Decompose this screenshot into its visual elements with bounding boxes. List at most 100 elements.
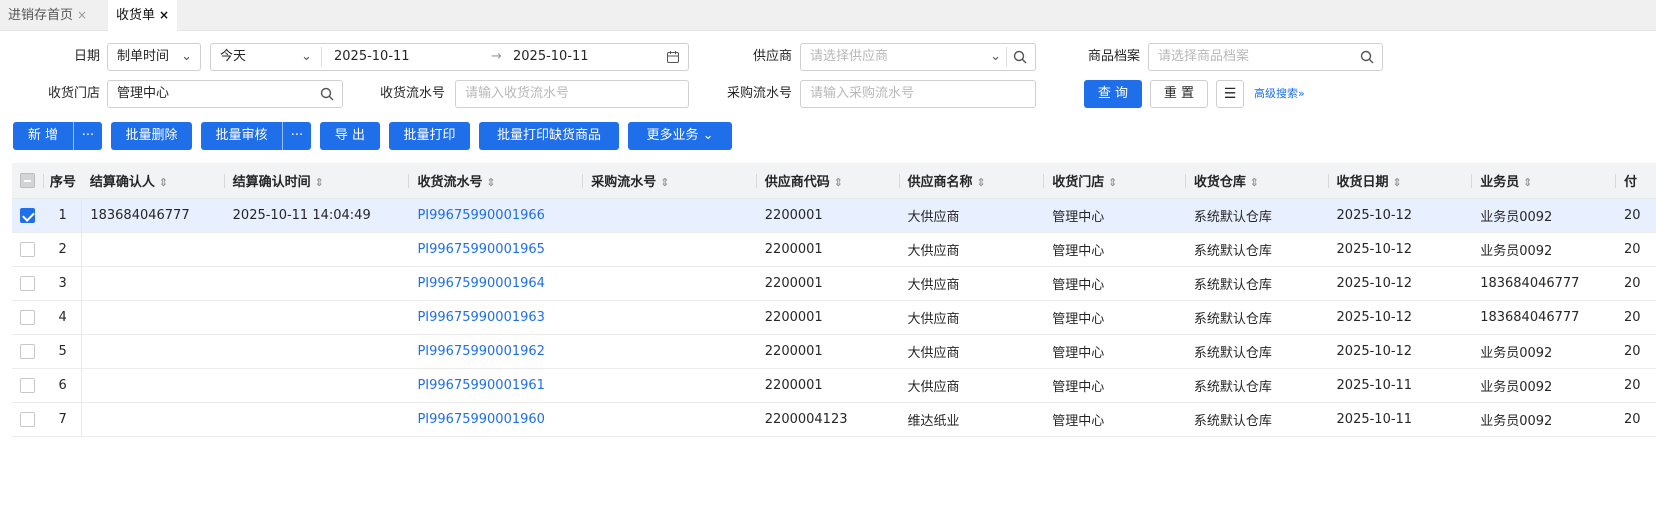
table-row[interactable]: 4 PI99675990001963 2200001 大供应商 管理中心 系统默认仓库 20… bbox=[12, 300, 1656, 335]
cell-store: 管理中心 bbox=[1044, 266, 1186, 301]
cell-receipt-no[interactable]: PI99675990001961 bbox=[409, 368, 584, 403]
arrow-right-icon: → bbox=[491, 49, 502, 64]
cell-supplier-name: 大供应商 bbox=[899, 334, 1045, 369]
date-range-picker[interactable]: 今天 ⌄ 2025-10-11 → 2025-10-11 bbox=[210, 43, 689, 71]
date-type-select[interactable]: 制单时间 ⌄ bbox=[107, 43, 201, 71]
sort-icon[interactable]: ⇕ bbox=[1246, 176, 1259, 189]
col-clerk[interactable]: 业务员 ⇕ bbox=[1472, 163, 1616, 199]
cell-receipt-no[interactable]: PI99675990001966 bbox=[409, 198, 584, 233]
sort-icon[interactable]: ⇕ bbox=[830, 176, 843, 189]
table-row[interactable]: 5 PI99675990001962 2200001 大供应商 管理中心 系统默认仓库 20… bbox=[12, 334, 1656, 369]
search-icon[interactable] bbox=[320, 81, 334, 107]
calendar-icon[interactable] bbox=[666, 44, 680, 70]
batch-print-missing-button[interactable]: 批量打印缺货商品 bbox=[479, 122, 619, 150]
add-button-group: 新 增 ··· bbox=[13, 122, 102, 150]
col-warehouse[interactable]: 收货仓库 ⇕ bbox=[1185, 163, 1329, 199]
sort-icon[interactable]: ⇕ bbox=[1104, 176, 1117, 189]
column-settings-button[interactable]: ☰ bbox=[1216, 80, 1244, 108]
sort-icon[interactable]: ⇕ bbox=[1389, 176, 1401, 189]
cell-clerk: 183684046777 bbox=[1472, 266, 1616, 301]
search-icon[interactable] bbox=[1360, 44, 1374, 70]
col-label: 供应商代码 bbox=[764, 174, 830, 190]
checkbox-icon[interactable] bbox=[20, 275, 36, 291]
cell-confirm-time bbox=[224, 300, 410, 335]
date-to-input[interactable]: 2025-10-11 bbox=[513, 44, 589, 70]
table-row[interactable]: 7 PI99675990001960 2200004123 维达纸业 管理中心 系统默认仓… bbox=[12, 402, 1656, 437]
cell-warehouse: 系统默认仓库 bbox=[1185, 368, 1329, 403]
add-button[interactable]: 新 增 bbox=[13, 122, 73, 150]
more-icon[interactable]: ··· bbox=[74, 122, 102, 150]
store-input[interactable]: 管理中心 bbox=[107, 80, 343, 108]
close-icon[interactable]: × bbox=[159, 8, 169, 22]
sort-icon[interactable]: ⇕ bbox=[973, 176, 985, 189]
col-store[interactable]: 收货门店 ⇕ bbox=[1044, 163, 1186, 199]
query-button[interactable]: 查 询 bbox=[1084, 80, 1142, 108]
checkbox-icon[interactable] bbox=[20, 411, 36, 427]
export-button[interactable]: 导 出 bbox=[320, 122, 380, 150]
col-label: 收货门店 bbox=[1052, 174, 1105, 190]
col-purchase-no[interactable]: 采购流水号 ⇕ bbox=[583, 163, 757, 199]
more-business-button[interactable]: 更多业务 ⌄ bbox=[628, 122, 732, 150]
table-row[interactable]: 2 PI99675990001965 2200001 大供应商 管理中心 系统默认仓库 20… bbox=[12, 232, 1656, 267]
row-checkbox[interactable] bbox=[12, 402, 44, 437]
tab-inventory-home[interactable]: 进销存首页 × bbox=[0, 0, 95, 31]
batch-audit-button[interactable]: 批量审核 bbox=[201, 122, 282, 150]
cell-receipt-no[interactable]: PI99675990001965 bbox=[409, 232, 584, 267]
cell-pay: 20 bbox=[1616, 300, 1656, 335]
cell-receipt-no[interactable]: PI99675990001962 bbox=[409, 334, 584, 369]
cell-receipt-no[interactable]: PI99675990001963 bbox=[409, 300, 584, 335]
search-icon[interactable] bbox=[1013, 44, 1027, 70]
sort-icon[interactable]: ⇕ bbox=[155, 176, 168, 189]
cell-receipt-no[interactable]: PI99675990001964 bbox=[409, 266, 584, 301]
receipt-no-input[interactable]: 请输入收货流水号 bbox=[455, 80, 689, 108]
product-input[interactable]: 请选择商品档案 bbox=[1148, 43, 1383, 71]
sort-icon[interactable]: ⇕ bbox=[1519, 176, 1532, 189]
col-label: 结算确认人 bbox=[89, 174, 155, 190]
supplier-select[interactable]: 请选择供应商 ⌄ bbox=[800, 43, 1036, 71]
more-icon[interactable]: ··· bbox=[283, 122, 311, 150]
date-from-input[interactable]: 2025-10-11 bbox=[334, 44, 410, 70]
purchase-no-input[interactable]: 请输入采购流水号 bbox=[800, 80, 1036, 108]
row-checkbox[interactable] bbox=[12, 198, 44, 233]
checkbox-icon[interactable] bbox=[20, 309, 36, 325]
batch-delete-button[interactable]: 批量删除 bbox=[111, 122, 192, 150]
reset-button[interactable]: 重 置 bbox=[1150, 80, 1208, 108]
close-icon[interactable]: × bbox=[77, 8, 87, 22]
col-label: 结算确认时间 bbox=[232, 174, 311, 190]
row-checkbox[interactable] bbox=[12, 232, 44, 267]
col-supplier-name[interactable]: 供应商名称 ⇕ bbox=[899, 163, 1045, 199]
table-row[interactable]: 3 PI99675990001964 2200001 大供应商 管理中心 系统默认仓库 20… bbox=[12, 266, 1656, 301]
cell-store: 管理中心 bbox=[1044, 334, 1186, 369]
table-row[interactable]: 1 183684046777 2025-10-11 14:04:49 PI996759… bbox=[12, 198, 1656, 233]
sort-icon[interactable]: ⇕ bbox=[482, 176, 495, 189]
table-row[interactable]: 6 PI99675990001961 2200001 大供应商 管理中心 系统默认仓库 20… bbox=[12, 368, 1656, 403]
cell-supplier-code: 2200001 bbox=[756, 198, 900, 233]
tab-receipt[interactable]: 收货单 × bbox=[108, 0, 178, 31]
row-checkbox[interactable] bbox=[12, 300, 44, 335]
row-checkbox[interactable] bbox=[12, 266, 44, 301]
row-checkbox[interactable] bbox=[12, 334, 44, 369]
checkbox-checked-icon[interactable] bbox=[20, 207, 36, 223]
col-receipt-no[interactable]: 收货流水号 ⇕ bbox=[409, 163, 584, 199]
col-supplier-code[interactable]: 供应商代码 ⇕ bbox=[756, 163, 900, 199]
app: 进销存首页 × 收货单 × 日期 制单时间 ⌄ 今天 ⌄ 2025-10-11 → 2… bbox=[0, 0, 1656, 511]
checkbox-icon[interactable] bbox=[20, 343, 36, 359]
col-label: 业务员 bbox=[1480, 174, 1520, 190]
col-confirm-time[interactable]: 结算确认时间 ⇕ bbox=[224, 163, 410, 199]
col-pay[interactable]: 付 bbox=[1616, 163, 1656, 199]
cell-pay: 20 bbox=[1616, 402, 1656, 437]
col-date[interactable]: 收货日期 ⇕ bbox=[1328, 163, 1473, 199]
cell-receipt-no[interactable]: PI99675990001960 bbox=[409, 402, 584, 437]
select-all-checkbox[interactable] bbox=[12, 163, 44, 199]
checkbox-icon[interactable] bbox=[20, 377, 36, 393]
sort-icon[interactable]: ⇕ bbox=[311, 176, 324, 189]
sort-icon[interactable]: ⇕ bbox=[656, 176, 669, 189]
store-value: 管理中心 bbox=[117, 86, 170, 101]
col-confirm-person[interactable]: 结算确认人 ⇕ bbox=[81, 163, 225, 199]
checkbox-icon[interactable] bbox=[20, 241, 36, 257]
advanced-search-link[interactable]: 高级搜索» bbox=[1254, 80, 1305, 108]
row-checkbox[interactable] bbox=[12, 368, 44, 403]
cell-confirm-time bbox=[224, 334, 410, 369]
cell-supplier-code: 2200001 bbox=[756, 232, 900, 267]
batch-print-button[interactable]: 批量打印 bbox=[389, 122, 470, 150]
